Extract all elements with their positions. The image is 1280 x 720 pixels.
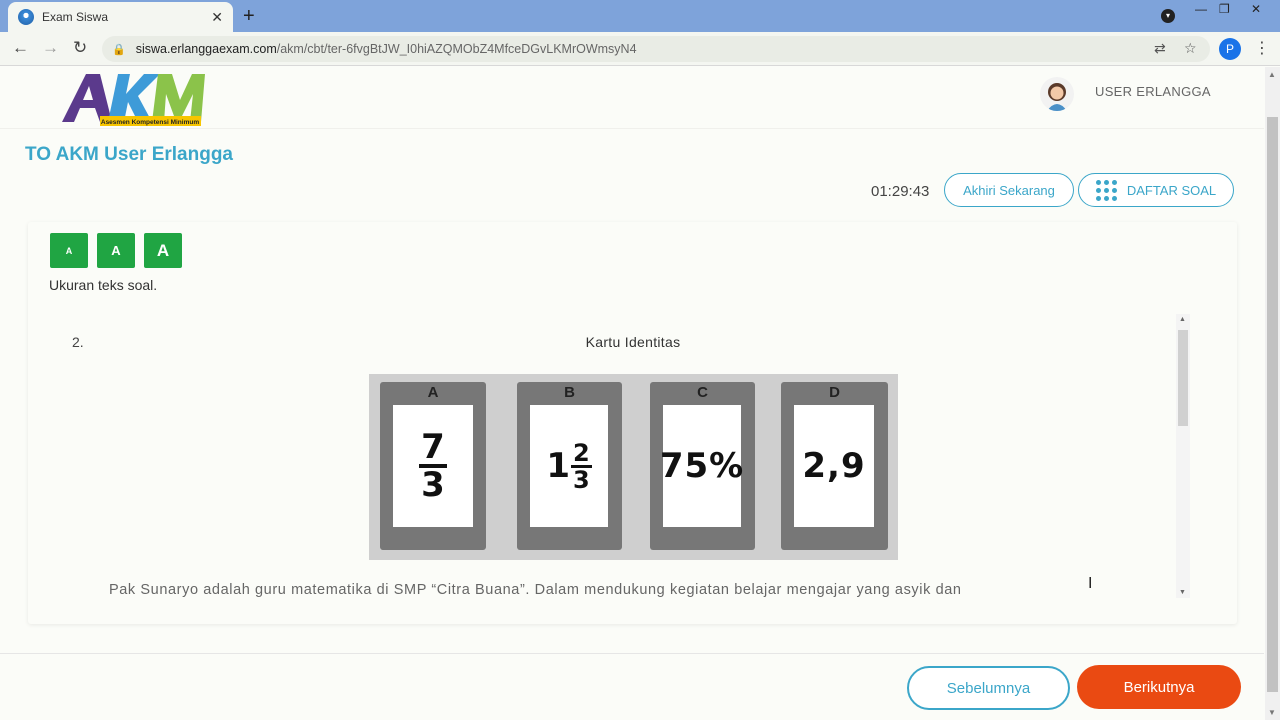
url-path: /akm/cbt/ter-6fvgBtJW_I0hiAZQMObZ4MfceDG… xyxy=(276,42,637,56)
restore-icon[interactable]: ❐ xyxy=(1219,2,1230,16)
forward-arrow-icon[interactable]: → xyxy=(42,38,59,58)
question-list-label: DAFTAR SOAL xyxy=(1126,182,1217,198)
identity-card-d: D 2,9 xyxy=(781,382,888,550)
scroll-up-icon[interactable]: ▲ xyxy=(1179,316,1186,323)
card-face: 75% xyxy=(659,405,745,527)
question-scrollbar[interactable]: ▲ ▼ xyxy=(1176,314,1190,598)
browser-tab-bar: Exam Siswa ✕ + ▾ — ❐ ✕ xyxy=(0,0,1280,32)
profile-avatar-button[interactable]: P xyxy=(1219,38,1241,60)
user-avatar[interactable] xyxy=(1040,77,1074,111)
card-value-mixed-number: 1 2 3 xyxy=(546,438,592,494)
browser-tab[interactable]: Exam Siswa ✕ xyxy=(8,2,233,32)
end-exam-button[interactable]: Akhiri Sekarang xyxy=(944,173,1074,207)
card-letter: D xyxy=(829,384,840,401)
card-face: 2,9 xyxy=(794,405,874,527)
question-card: A A A Ukuran teks soal. 2. Kartu Identit… xyxy=(28,222,1237,624)
text-size-small-button[interactable]: A xyxy=(50,233,88,268)
lock-icon: 🔒 xyxy=(112,43,126,56)
page-scroll-up-icon[interactable]: ▲ xyxy=(1268,70,1276,79)
card-value-fraction: 7 3 xyxy=(419,427,447,505)
address-bar[interactable]: 🔒 siswa.erlanggaexam.com/akm/cbt/ter-6fv… xyxy=(102,36,1210,62)
tab-search-icon[interactable]: ▾ xyxy=(1161,9,1175,23)
tab-title: Exam Siswa xyxy=(42,10,109,24)
card-face: 7 3 xyxy=(393,405,473,527)
logo-subtitle: Asesmen Kompetensi Minimum xyxy=(101,119,199,126)
identity-card-a: A 7 3 xyxy=(380,382,486,550)
card-value: 2,9 xyxy=(802,446,866,486)
username[interactable]: USER ERLANGGA xyxy=(1095,84,1211,99)
text-size-large-button[interactable]: A xyxy=(144,233,182,268)
card-letter: A xyxy=(427,384,439,401)
minimize-icon[interactable]: — xyxy=(1195,2,1207,16)
card-letter: C xyxy=(697,384,708,401)
card-face: 1 2 3 xyxy=(530,405,608,527)
question-title: Kartu Identitas xyxy=(585,334,681,350)
back-arrow-icon[interactable]: ← xyxy=(12,38,29,58)
url-host: siswa.erlanggaexam.com xyxy=(135,42,277,56)
grid-dots-icon xyxy=(1095,179,1117,201)
question-text: Pak Sunaryo adalah guru matematika di SM… xyxy=(109,582,962,598)
text-size-medium-button[interactable]: A xyxy=(97,233,135,268)
akm-logo: Asesmen Kompetensi Minimum xyxy=(62,74,205,126)
card-letter: B xyxy=(564,384,575,401)
question-scroll-thumb[interactable] xyxy=(1178,330,1188,426)
text-size-label: Ukuran teks soal. xyxy=(49,277,158,293)
page: Asesmen Kompetensi Minimum USER ERLANGGA… xyxy=(0,67,1264,720)
next-button[interactable]: Berikutnya xyxy=(1077,665,1241,709)
browser-menu-icon[interactable]: ⋮ xyxy=(1254,38,1270,58)
site-favicon-icon xyxy=(18,9,34,25)
translate-icon[interactable]: ⇄ xyxy=(1154,40,1166,57)
previous-button[interactable]: Sebelumnya xyxy=(907,666,1070,710)
scroll-down-icon[interactable]: ▼ xyxy=(1179,589,1186,596)
close-tab-icon[interactable]: ✕ xyxy=(211,9,223,26)
reload-icon[interactable]: ↻ xyxy=(73,38,87,58)
countdown-timer: 01:29:43 xyxy=(871,183,930,200)
site-header: Asesmen Kompetensi Minimum USER ERLANGGA xyxy=(0,67,1264,129)
page-scrollbar[interactable]: ▲ ▼ xyxy=(1265,67,1280,720)
identity-cards-figure: A 7 3 B 1 2 3 C 75% D 2,9 xyxy=(369,374,898,560)
identity-card-c: C 75% xyxy=(650,382,755,550)
page-scroll-down-icon[interactable]: ▼ xyxy=(1268,708,1276,717)
new-tab-button[interactable]: + xyxy=(243,5,255,28)
card-value: 75% xyxy=(659,446,745,486)
bookmark-star-icon[interactable]: ☆ xyxy=(1184,40,1197,57)
question-list-button[interactable]: DAFTAR SOAL xyxy=(1078,173,1234,207)
identity-card-b: B 1 2 3 xyxy=(517,382,622,550)
navigation-footer: Sebelumnya Berikutnya xyxy=(0,653,1264,720)
exam-title: TO AKM User Erlangga xyxy=(25,144,233,165)
browser-toolbar: ← → ↻ 🔒 siswa.erlanggaexam.com/akm/cbt/t… xyxy=(0,32,1280,66)
page-scroll-thumb[interactable] xyxy=(1267,117,1278,692)
close-window-icon[interactable]: ✕ xyxy=(1251,2,1261,16)
text-cursor-icon: I xyxy=(1088,575,1093,592)
